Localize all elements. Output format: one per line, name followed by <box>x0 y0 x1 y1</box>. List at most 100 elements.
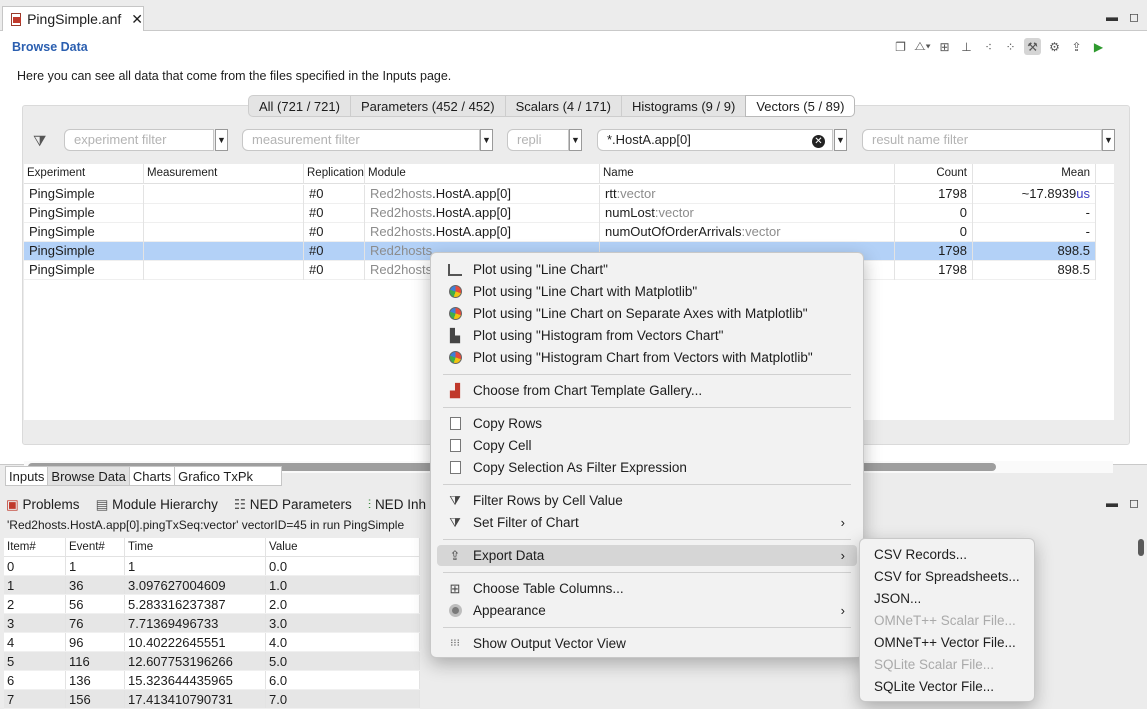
menu-item-filter-rows[interactable]: ⧩ Filter Rows by Cell Value <box>437 490 857 511</box>
tab-histograms[interactable]: Histograms (9 / 9) <box>621 95 746 117</box>
tab-browse-data[interactable]: Browse Data <box>47 466 129 486</box>
vector-row[interactable]: 4 96 10.40222645551 4.0 <box>4 633 420 652</box>
column-header[interactable]: Item# <box>4 538 66 556</box>
vector-cell[interactable]: 5.0 <box>266 652 420 670</box>
menu-item-plot-line-chart[interactable]: Plot using "Line Chart" <box>437 259 857 280</box>
table-cell-mean[interactable]: - <box>973 204 1096 223</box>
vertical-scrollbar-thumb[interactable] <box>1138 539 1144 556</box>
vector-cell[interactable]: 5 <box>4 652 66 670</box>
column-header[interactable]: Replication <box>304 164 365 184</box>
menu-item-show-output-vector-view[interactable]: ⁝⁝⁝ Show Output Vector View <box>437 633 857 654</box>
vector-cell[interactable]: 4 <box>4 633 66 651</box>
vector-cell[interactable]: 7 <box>4 690 66 708</box>
tab-module-hierarchy[interactable]: ▤ Module Hierarchy <box>96 497 218 513</box>
table-cell-mean[interactable]: ~17.8939us <box>973 185 1096 204</box>
menu-item-sqlite-vector-file[interactable]: SQLite Vector File... <box>866 676 1028 697</box>
precision-increase-icon[interactable]: ⁘ <box>1002 38 1019 55</box>
menu-item-csv-spreadsheets[interactable]: CSV for Spreadsheets... <box>866 566 1028 587</box>
column-header[interactable]: Value <box>266 538 420 556</box>
menu-item-export-data[interactable]: ⇪ Export Data › <box>437 545 857 566</box>
table-row[interactable]: PingSimple #0 Red2hosts.HostA.app[0] numOut… <box>24 223 1096 242</box>
vector-cell[interactable]: 116 <box>66 652 125 670</box>
menu-item-set-filter-of-chart[interactable]: ⧩ Set Filter of Chart › <box>437 512 857 533</box>
menu-item-plot-line-chart-matplotlib[interactable]: Plot using "Line Chart with Matplotlib" <box>437 281 857 302</box>
column-header[interactable]: Experiment <box>24 164 144 184</box>
experiment-filter-input[interactable]: experiment filter <box>64 129 214 151</box>
export-icon[interactable]: ⇪ <box>1068 38 1085 55</box>
vector-cell[interactable]: 0.0 <box>266 557 420 575</box>
tab-parameters[interactable]: Parameters (452 / 452) <box>349 95 505 117</box>
maximize-icon[interactable]: ◻ <box>1127 10 1141 24</box>
table-row[interactable]: PingSimple #0 Red2hosts.HostA.app[0] rtt:ve… <box>24 185 1096 204</box>
measurement-filter-dropdown[interactable]: ▼ <box>480 129 493 151</box>
minimize-icon[interactable]: ▬ <box>1105 496 1119 510</box>
table-cell-experiment[interactable]: PingSimple <box>24 204 144 223</box>
table-cell-mean[interactable]: - <box>973 223 1096 242</box>
table-cell-replication[interactable]: #0 <box>304 204 365 223</box>
column-header[interactable]: Event# <box>66 538 125 556</box>
vector-cell[interactable]: 6.0 <box>266 671 420 689</box>
table-cell-measurement[interactable] <box>144 223 304 242</box>
vector-cell[interactable]: 2 <box>4 595 66 613</box>
measurement-filter-input[interactable]: measurement filter <box>242 129 480 151</box>
table-cell-replication[interactable]: #0 <box>304 223 365 242</box>
precision-decrease-icon[interactable]: ⁖ <box>980 38 997 55</box>
tab-scalars[interactable]: Scalars (4 / 171) <box>504 95 621 117</box>
vector-cell[interactable]: 0 <box>4 557 66 575</box>
table-cell-module[interactable]: Red2hosts.HostA.app[0] <box>365 223 600 242</box>
vector-cell[interactable]: 7.0 <box>266 690 420 708</box>
table-cell-experiment[interactable]: PingSimple <box>24 185 144 204</box>
table-cell-measurement[interactable] <box>144 204 304 223</box>
gear-icon[interactable]: ⚙ <box>1046 38 1063 55</box>
close-icon[interactable]: ✕ <box>131 11 143 28</box>
vector-cell[interactable]: 1.0 <box>266 576 420 594</box>
tab-ned-inheritance[interactable]: ⫶ NED Inh <box>368 497 426 513</box>
filter-funnel-icon[interactable]: ⧩ <box>33 133 46 150</box>
table-cell-count[interactable]: 1798 <box>895 261 973 280</box>
vector-cell[interactable]: 3.097627004609 <box>125 576 266 594</box>
editor-tab-pingsimple[interactable]: PingSimple.anf ✕ <box>2 6 144 31</box>
menu-item-choose-table-columns[interactable]: ⊞ Choose Table Columns... <box>437 578 857 599</box>
vector-cell[interactable]: 156 <box>66 690 125 708</box>
vector-row[interactable]: 0 1 1 0.0 <box>4 557 420 576</box>
table-cell-experiment[interactable]: PingSimple <box>24 223 144 242</box>
menu-item-copy-selection-filter[interactable]: Copy Selection As Filter Expression <box>437 457 857 478</box>
tab-grafico-txpk[interactable]: Grafico TxPk <box>174 466 283 486</box>
menu-item-omnetpp-vector-file[interactable]: OMNeT++ Vector File... <box>866 632 1028 653</box>
clear-filter-icon[interactable]: ✕ <box>812 135 825 148</box>
menu-item-plot-histogram-matplotlib[interactable]: Plot using "Histogram Chart from Vectors… <box>437 347 857 368</box>
vector-row[interactable]: 3 76 7.71369496733 3.0 <box>4 614 420 633</box>
vector-cell[interactable]: 1 <box>4 576 66 594</box>
vector-cell[interactable]: 36 <box>66 576 125 594</box>
module-filter-dropdown[interactable]: ▼ <box>834 129 847 151</box>
wand-icon[interactable]: ⚒ <box>1024 38 1041 55</box>
tab-inputs[interactable]: Inputs <box>5 466 48 486</box>
table-cell-replication[interactable]: #0 <box>304 185 365 204</box>
vector-cell[interactable]: 7.71369496733 <box>125 614 266 632</box>
tab-all[interactable]: All (721 / 721) <box>248 95 350 117</box>
table-cell-experiment[interactable]: PingSimple <box>24 261 144 280</box>
vector-cell[interactable]: 12.607753196266 <box>125 652 266 670</box>
table-cell-mean[interactable]: 898.5 <box>973 242 1096 261</box>
table-cell-module[interactable]: Red2hosts.HostA.app[0] <box>365 204 600 223</box>
vector-cell[interactable]: 3.0 <box>266 614 420 632</box>
table-cell-name[interactable]: rtt:vector <box>600 185 895 204</box>
table-cell-measurement[interactable] <box>144 185 304 204</box>
table-cell-replication[interactable]: #0 <box>304 242 365 261</box>
experiment-filter-dropdown[interactable]: ▼ <box>215 129 228 151</box>
vector-row[interactable]: 1 36 3.097627004609 1.0 <box>4 576 420 595</box>
tab-charts[interactable]: Charts <box>128 466 175 486</box>
table-row[interactable]: PingSimple #0 Red2hosts.HostA.app[0] numLos… <box>24 204 1096 223</box>
table-cell-count[interactable]: 1798 <box>895 242 973 261</box>
columns-icon[interactable]: ⊞ <box>936 38 953 55</box>
table-cell-name[interactable]: numLost:vector <box>600 204 895 223</box>
run-icon[interactable]: ▶ <box>1090 38 1107 55</box>
vector-cell[interactable]: 1 <box>125 557 266 575</box>
vector-cell[interactable]: 3 <box>4 614 66 632</box>
column-header[interactable]: Mean <box>973 164 1096 184</box>
replication-filter-input[interactable]: repli <box>507 129 569 151</box>
menu-item-copy-cell[interactable]: Copy Cell <box>437 435 857 456</box>
table-cell-mean[interactable]: 898.5 <box>973 261 1096 280</box>
vector-row[interactable]: 7 156 17.413410790731 7.0 <box>4 690 420 709</box>
table-cell-replication[interactable]: #0 <box>304 261 365 280</box>
